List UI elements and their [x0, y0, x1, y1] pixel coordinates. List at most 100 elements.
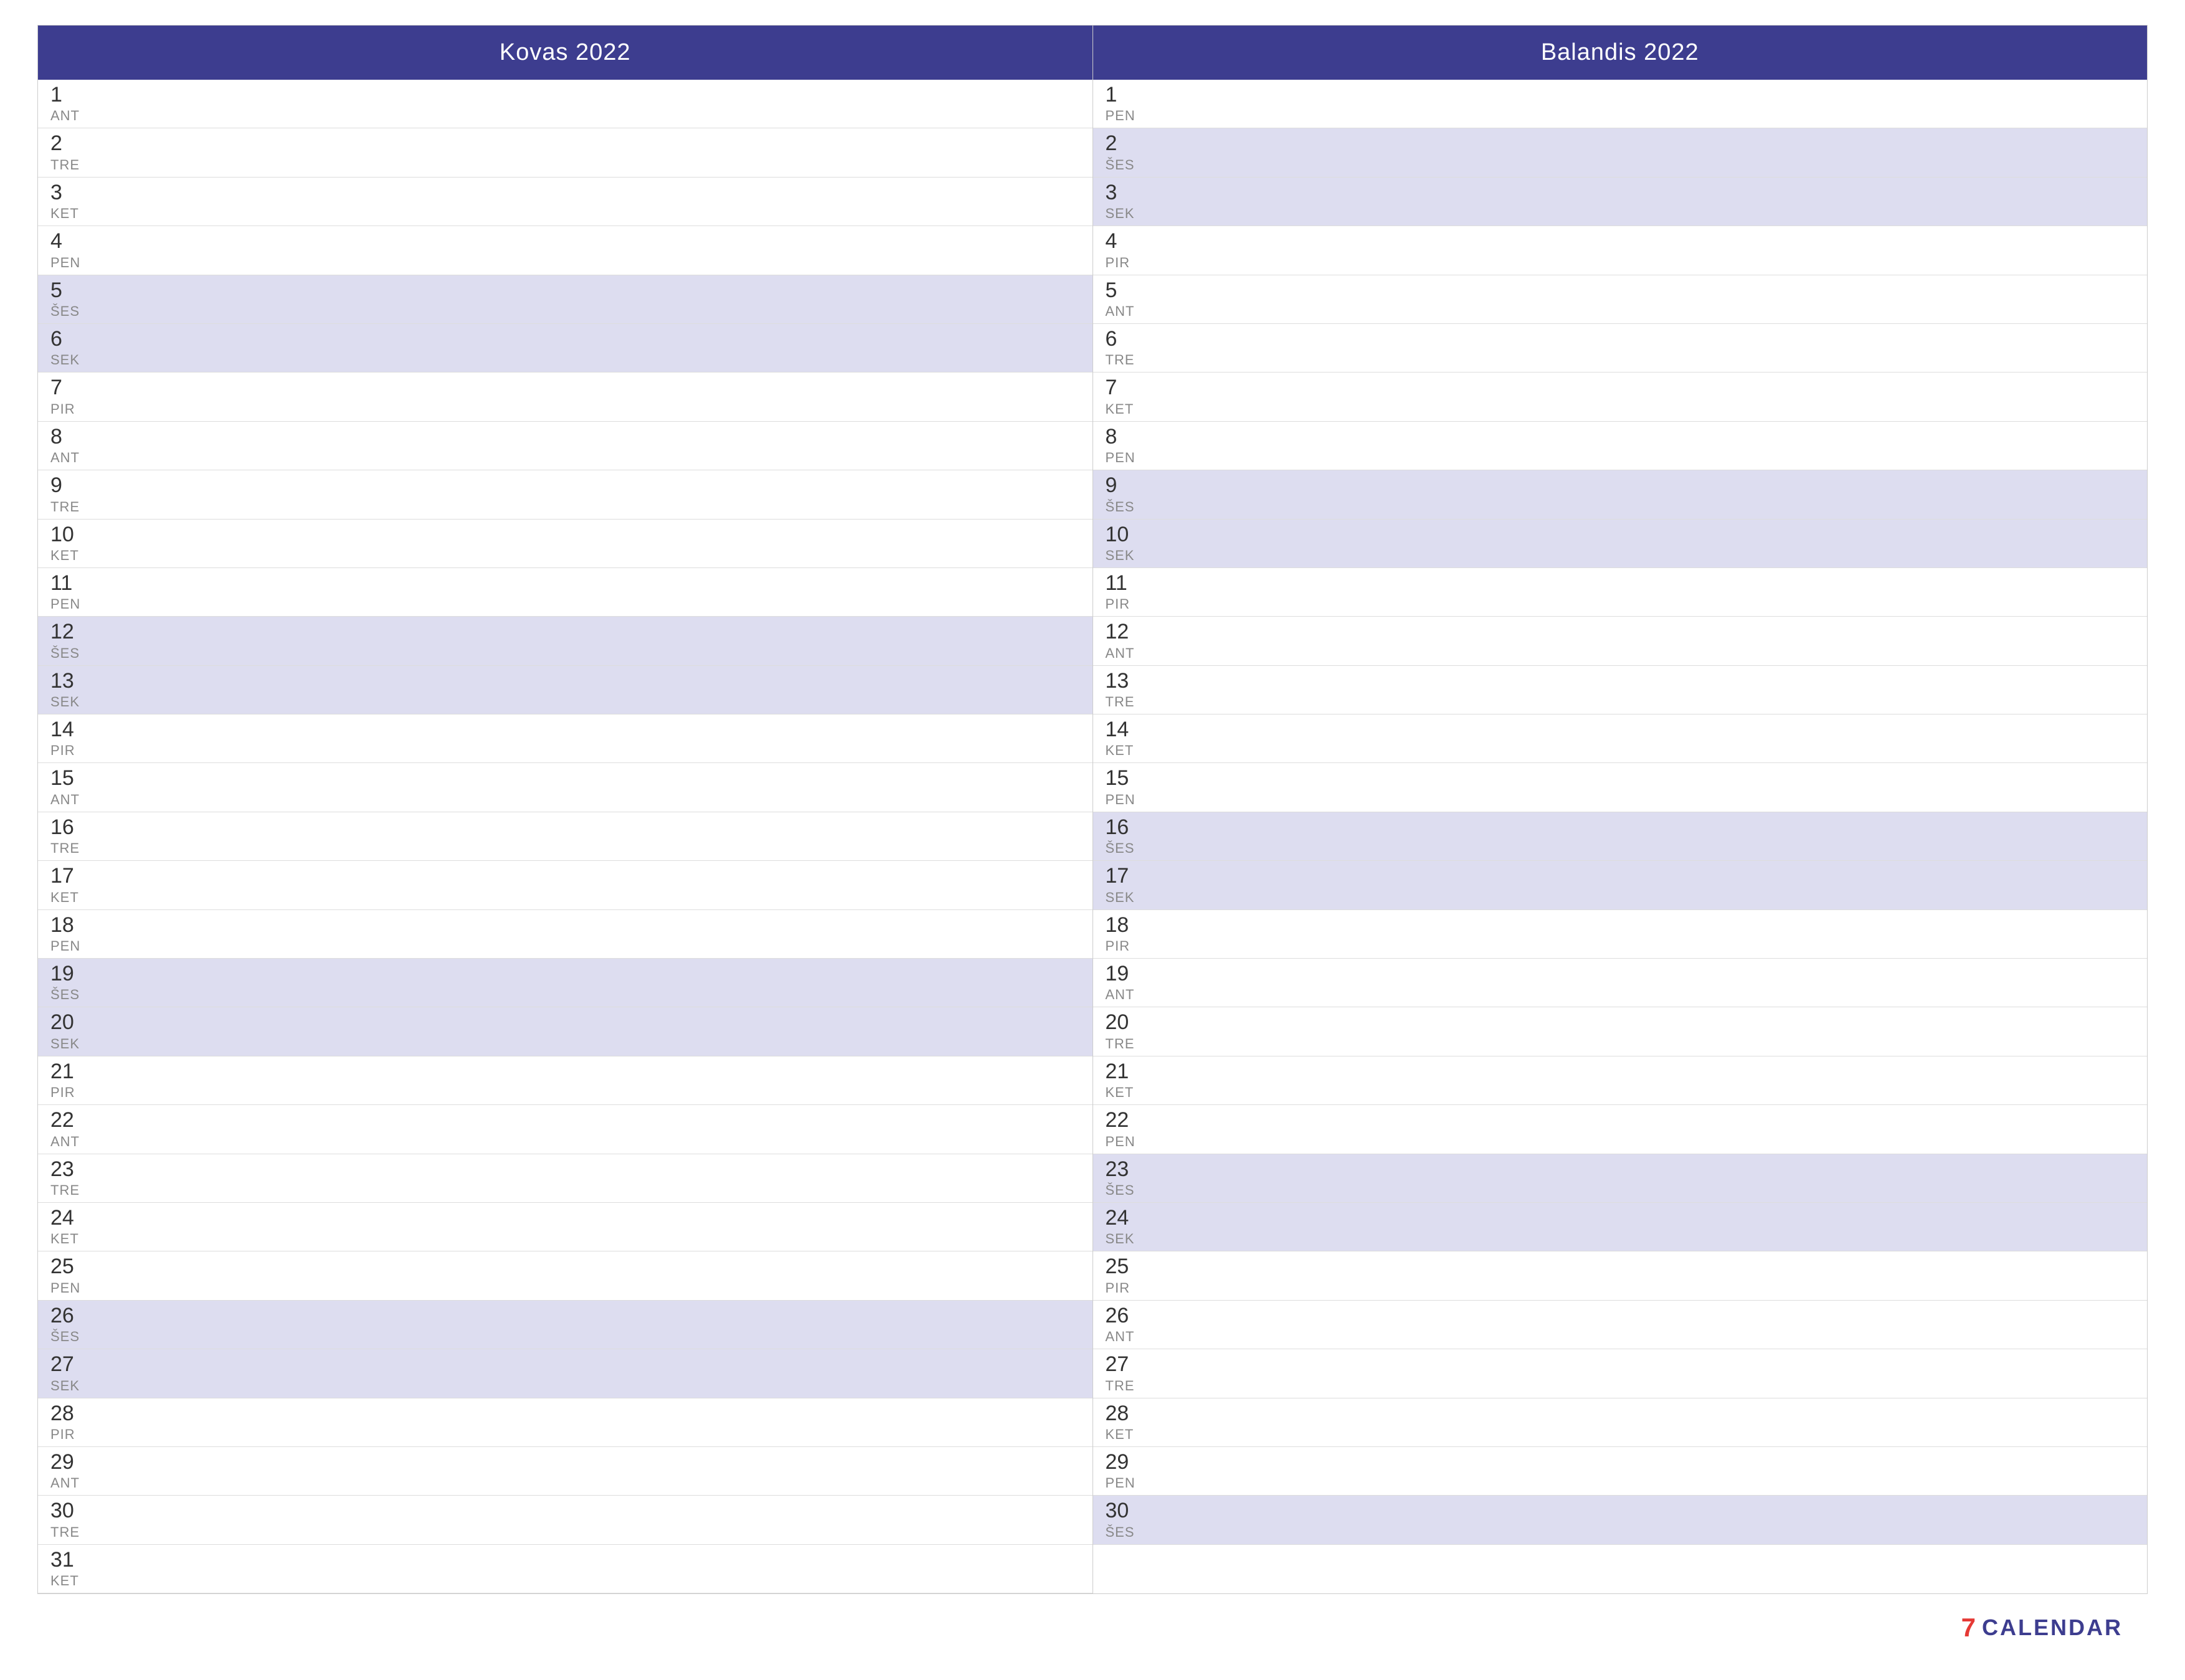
day-info: 17KET	[50, 865, 100, 905]
day-number: 20	[1106, 1011, 1155, 1034]
day-info: 23TRE	[50, 1158, 100, 1198]
day-row-kovas-7: 7PIR	[38, 373, 1092, 421]
day-info: 26ŠES	[50, 1304, 100, 1345]
day-name: KET	[1106, 401, 1155, 417]
day-row-kovas-2: 2 TRE	[38, 128, 1092, 177]
day-number: 26	[1106, 1304, 1155, 1327]
day-info: 18PEN	[50, 914, 100, 954]
day-row-kovas-11: 11PEN	[38, 568, 1092, 617]
month-header-kovas: Kovas 2022	[38, 26, 1092, 80]
day-number: 23	[50, 1158, 100, 1181]
day-row-balandis-21: 21KET	[1093, 1056, 2148, 1105]
day-info: 25PEN	[50, 1255, 100, 1296]
day-name: PIR	[50, 1084, 100, 1101]
day-name: PEN	[1106, 792, 1155, 808]
day-number: 22	[1106, 1109, 1155, 1132]
day-info: 11PEN	[50, 572, 100, 612]
day-name: SEK	[50, 1036, 100, 1052]
day-row-balandis-10: 10 SEK	[1093, 520, 2148, 568]
day-row-kovas-26: 26ŠES	[38, 1301, 1092, 1349]
day-name: ŠES	[1106, 1524, 1155, 1540]
day-info: 8ANT	[50, 425, 100, 466]
day-name: TRE	[1106, 352, 1155, 368]
day-name: ANT	[50, 1475, 100, 1491]
day-name: PIR	[1106, 255, 1155, 271]
day-info: 16ŠES	[1106, 816, 1155, 857]
day-info: 1PEN	[1106, 83, 1155, 124]
day-info: 9 TRE	[50, 474, 100, 515]
day-number: 26	[50, 1304, 100, 1327]
day-info: 30ŠES	[1106, 1499, 1155, 1540]
day-info: 31KET	[50, 1549, 100, 1589]
day-row-balandis-17: 17SEK	[1093, 861, 2148, 909]
day-name: PIR	[1106, 596, 1155, 612]
day-name: PIR	[50, 743, 100, 759]
day-number: 13	[1106, 670, 1155, 693]
day-row-kovas-23: 23TRE	[38, 1154, 1092, 1203]
day-number: 18	[50, 914, 100, 937]
day-number: 18	[1106, 914, 1155, 937]
day-info: 5ŠES	[50, 279, 100, 320]
day-number: 15	[50, 767, 100, 790]
day-info: 4PIR	[1106, 230, 1155, 270]
day-info: 25PIR	[1106, 1255, 1155, 1296]
day-name: TRE	[50, 157, 100, 173]
day-name: PIR	[50, 401, 100, 417]
day-number: 6	[50, 328, 100, 351]
day-row-balandis-2: 2ŠES	[1093, 128, 2148, 177]
day-info: 17SEK	[1106, 865, 1155, 905]
day-number: 9	[50, 474, 100, 497]
day-name: PEN	[1106, 450, 1155, 466]
day-name: TRE	[1106, 1378, 1155, 1394]
day-info: 29ANT	[50, 1451, 100, 1491]
day-number: 6	[1106, 328, 1155, 351]
day-name: KET	[50, 206, 100, 222]
day-name: PIR	[50, 1426, 100, 1443]
day-number: 2	[1106, 132, 1155, 155]
day-row-kovas-4: 4PEN	[38, 226, 1092, 275]
day-name: TRE	[1106, 694, 1155, 710]
day-name: PEN	[1106, 108, 1155, 124]
day-number: 12	[1106, 620, 1155, 643]
day-number: 30	[50, 1499, 100, 1522]
day-number: 10	[1106, 523, 1155, 546]
day-row-kovas-17: 17KET	[38, 861, 1092, 909]
day-name: KET	[1106, 1084, 1155, 1101]
day-info: 5ANT	[1106, 279, 1155, 320]
day-info: 29PEN	[1106, 1451, 1155, 1491]
day-info: 14PIR	[50, 718, 100, 759]
footer-row: 7 CALENDAR	[37, 1600, 2148, 1655]
day-row-kovas-3: 3KET	[38, 178, 1092, 226]
day-number: 7	[1106, 376, 1155, 399]
day-number: 19	[1106, 962, 1155, 985]
day-row-balandis-22: 22PEN	[1093, 1105, 2148, 1154]
day-row-balandis-23: 23ŠES	[1093, 1154, 2148, 1203]
day-info: 24KET	[50, 1207, 100, 1247]
day-number: 3	[1106, 181, 1155, 204]
day-row-kovas-6: 6SEK	[38, 324, 1092, 373]
day-row-balandis-8: 8PEN	[1093, 422, 2148, 470]
month-header-balandis: Balandis 2022	[1093, 26, 2148, 80]
day-name: SEK	[50, 1378, 100, 1394]
day-info: 21PIR	[50, 1060, 100, 1101]
day-name: TRE	[50, 499, 100, 515]
day-name: ANT	[1106, 303, 1155, 320]
day-number: 1	[1106, 83, 1155, 107]
day-row-balandis-28: 28KET	[1093, 1398, 2148, 1447]
day-number: 14	[1106, 718, 1155, 741]
month-block-kovas: Kovas 20221ANT2TRE3KET4PEN5ŠES6SEK7PIR8A…	[37, 25, 1093, 1594]
day-name: SEK	[1106, 548, 1155, 564]
day-row-kovas-9: 9 TRE	[38, 470, 1092, 519]
day-info: 8PEN	[1106, 425, 1155, 466]
day-number: 24	[50, 1207, 100, 1230]
day-row-kovas-16: 16TRE	[38, 812, 1092, 861]
day-info: 11PIR	[1106, 572, 1155, 612]
day-row-balandis-15: 15PEN	[1093, 763, 2148, 812]
day-number: 1	[50, 83, 100, 107]
day-info: 12ANT	[1106, 620, 1155, 661]
day-name: SEK	[50, 352, 100, 368]
day-number: 2	[50, 132, 100, 155]
day-info: 4PEN	[50, 230, 100, 270]
day-name: KET	[50, 548, 100, 564]
day-number: 28	[1106, 1402, 1155, 1425]
